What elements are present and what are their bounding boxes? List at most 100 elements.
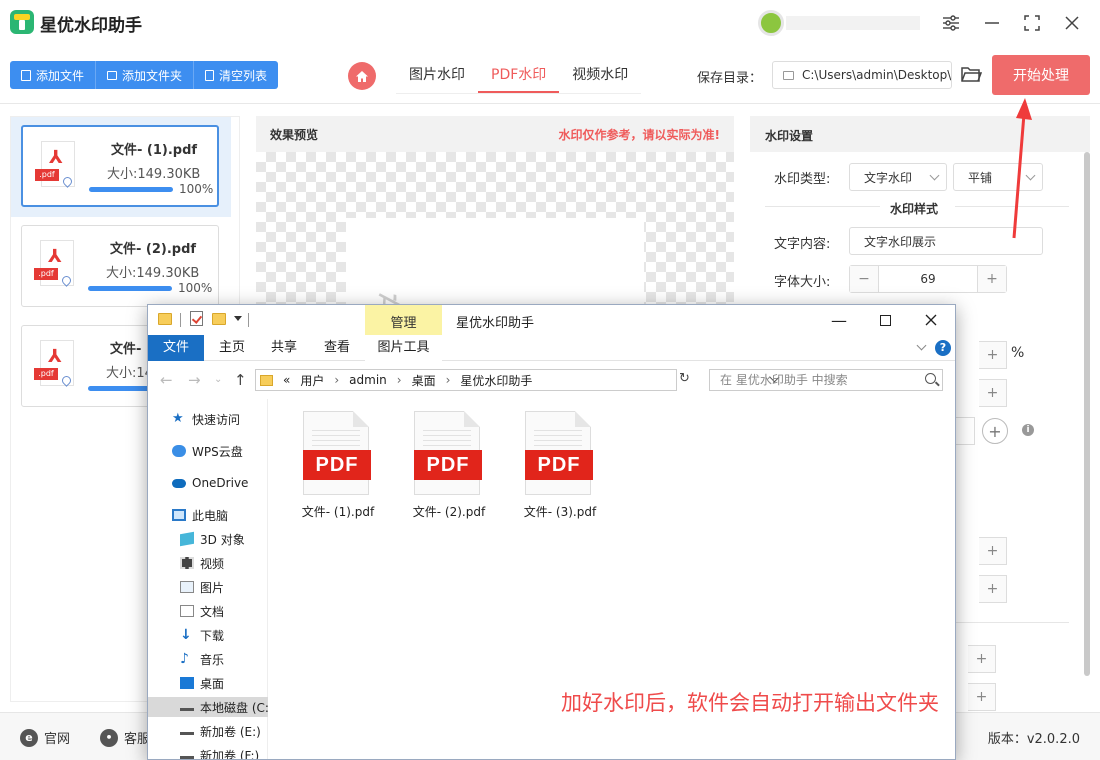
tab-video-watermark[interactable]: 视频水印 [559,58,641,93]
breadcrumb-prefix: « [283,373,291,387]
search-input[interactable]: 在 星优水印助手 中搜索 [709,369,943,391]
pdf-file-item[interactable]: PDF 文件- (2).pdf [380,411,485,521]
dropdown-fragment[interactable] [955,417,975,445]
nav-item-drive-e[interactable]: 新加卷 (E:) [180,721,261,741]
ribbon-tab-share[interactable]: 共享 [264,335,304,361]
official-site-link[interactable]: e 官网 [20,728,70,747]
properties-icon[interactable] [190,311,203,326]
minimize-icon[interactable] [979,10,1005,36]
add-circle-icon[interactable]: + [982,418,1008,444]
expand-ribbon-icon[interactable] [916,340,927,351]
file-size: 大小:14 [106,366,153,381]
file-item[interactable]: ⅄ .pdf 文件- (1).pdf 大小:149.30KB 100% [21,125,219,207]
open-folder-icon[interactable] [960,64,983,84]
plus-icon[interactable]: + [979,379,1007,407]
breadcrumb-admin[interactable]: admin [349,373,387,387]
cube-icon [180,531,194,547]
nav-item-this-pc[interactable]: 此电脑 [172,505,228,525]
breadcrumb-desktop[interactable]: 桌面 [412,372,436,389]
file-name: 文件- (2).pdf [412,505,486,519]
trash-icon [205,69,215,81]
refresh-icon[interactable]: ↻ [679,371,697,389]
nav-item-wps-cloud[interactable]: WPS云盘 [172,441,243,461]
minus-icon[interactable]: − [850,266,878,292]
plus-icon[interactable]: + [968,683,996,711]
nav-item-music[interactable]: ♪ 音乐 [180,649,224,669]
file-name: 文件- (1).pdf [111,143,198,158]
progress-bar [88,286,172,291]
back-arrow-icon[interactable]: ← [160,371,173,389]
pdf-file-item[interactable]: PDF 文件- (3).pdf [491,411,596,521]
home-icon [356,70,368,82]
nav-item-onedrive[interactable]: OneDrive [172,473,248,493]
clear-list-button[interactable]: 清空列表 [194,61,279,89]
nav-item-documents[interactable]: 文档 [180,601,224,621]
folder-outline-icon [783,70,794,80]
file-item[interactable]: ⅄ .pdf 文件- (2).pdf 大小:149.30KB 100% [21,225,219,307]
add-folder-button[interactable]: 添加文件夹 [96,61,195,89]
quick-access-dropdown-icon[interactable] [234,316,242,321]
add-file-button[interactable]: 添加文件 [10,61,97,89]
nav-item-label: 此电脑 [192,508,229,523]
nav-item-desktop[interactable]: 桌面 [180,673,224,693]
separator [180,313,181,327]
address-bar[interactable]: « 用户 › admin › 桌面 › 星优水印助手 [255,369,780,391]
nav-item-pictures[interactable]: 图片 [180,577,224,597]
recent-dropdown-icon[interactable]: ⌄ [214,374,222,385]
help-icon[interactable]: ? [935,340,951,356]
new-folder-icon[interactable] [212,313,226,325]
file-explorer-window[interactable]: 管理 星优水印助手 — 文件 主页 共享 查看 图片工具 ? ← → ⌄ ↑ «… [147,304,956,760]
nav-item-downloads[interactable]: ↓ 下载 [180,625,224,645]
manage-tab[interactable]: 管理 [365,305,442,337]
nav-item-videos[interactable]: 视频 [180,553,224,573]
ribbon-tab-view[interactable]: 查看 [317,335,357,361]
address-row: ← → ⌄ ↑ « 用户 › admin › 桌面 › 星优水印助手 ↻ 在 星… [148,361,955,399]
folder-icon [107,70,118,80]
plus-icon[interactable]: + [979,341,1007,369]
settings-sliders-icon[interactable] [938,10,964,36]
nav-item-3d-objects[interactable]: 3D 对象 [180,529,245,549]
font-size-label: 字体大小: [774,275,831,290]
add-folder-label: 添加文件夹 [122,68,183,83]
settings-title: 水印设置 [765,129,814,143]
home-button[interactable] [348,62,376,90]
close-icon[interactable] [911,308,951,332]
up-arrow-icon[interactable]: ↑ [234,371,247,389]
settings-scrollbar[interactable] [1084,152,1090,676]
nav-item-drive-f[interactable]: 新加卷 (F:) [180,745,259,759]
pdf-document-icon: PDF [414,411,482,495]
music-icon: ♪ [180,651,189,667]
maximize-icon[interactable] [865,308,905,332]
start-process-button[interactable]: 开始处理 [992,55,1090,95]
close-icon[interactable] [1059,10,1085,36]
ribbon-tab-picture-tools[interactable]: 图片工具 [365,335,442,361]
file-name: 文件- [110,342,142,357]
plus-icon[interactable]: + [979,575,1007,603]
pdf-file-icon: ⅄ .pdf [34,340,78,390]
breadcrumb-users[interactable]: 用户 [300,372,324,389]
progress-text: 100% [179,182,214,196]
pdf-file-item[interactable]: PDF 文件- (1).pdf [269,411,374,521]
tab-image-watermark[interactable]: 图片水印 [396,58,478,93]
plus-icon[interactable]: + [968,645,996,673]
info-icon[interactable]: i [1022,424,1034,436]
folder-icon [158,313,172,325]
nav-item-drive-c[interactable]: 本地磁盘 (C: [148,697,269,717]
plus-icon[interactable]: + [978,266,1006,292]
plus-icon[interactable]: + [979,537,1007,565]
ribbon-tab-file[interactable]: 文件 [148,335,204,361]
maximize-icon[interactable] [1019,10,1045,36]
support-link[interactable]: • 客服 [100,728,150,747]
pdf-file-icon: ⅄ .pdf [35,141,79,191]
minimize-icon[interactable]: — [819,308,859,332]
navigation-pane: ★ 快速访问 WPS云盘 OneDrive 此电脑 3D 对象 视频 图片 文档… [148,399,269,759]
user-avatar[interactable] [758,10,784,36]
breadcrumb-folder[interactable]: 星优水印助手 [460,372,532,389]
ribbon-tab-home[interactable]: 主页 [212,335,252,361]
tab-pdf-watermark[interactable]: PDF水印 [478,58,560,93]
forward-arrow-icon[interactable]: → [188,371,201,389]
font-size-stepper[interactable]: − 69 + [849,265,1007,293]
save-dir-field[interactable]: C:\Users\admin\Desktop\ [772,61,952,89]
watermark-type-select[interactable]: 文字水印 [849,163,947,191]
nav-item-quick-access[interactable]: ★ 快速访问 [172,409,240,429]
